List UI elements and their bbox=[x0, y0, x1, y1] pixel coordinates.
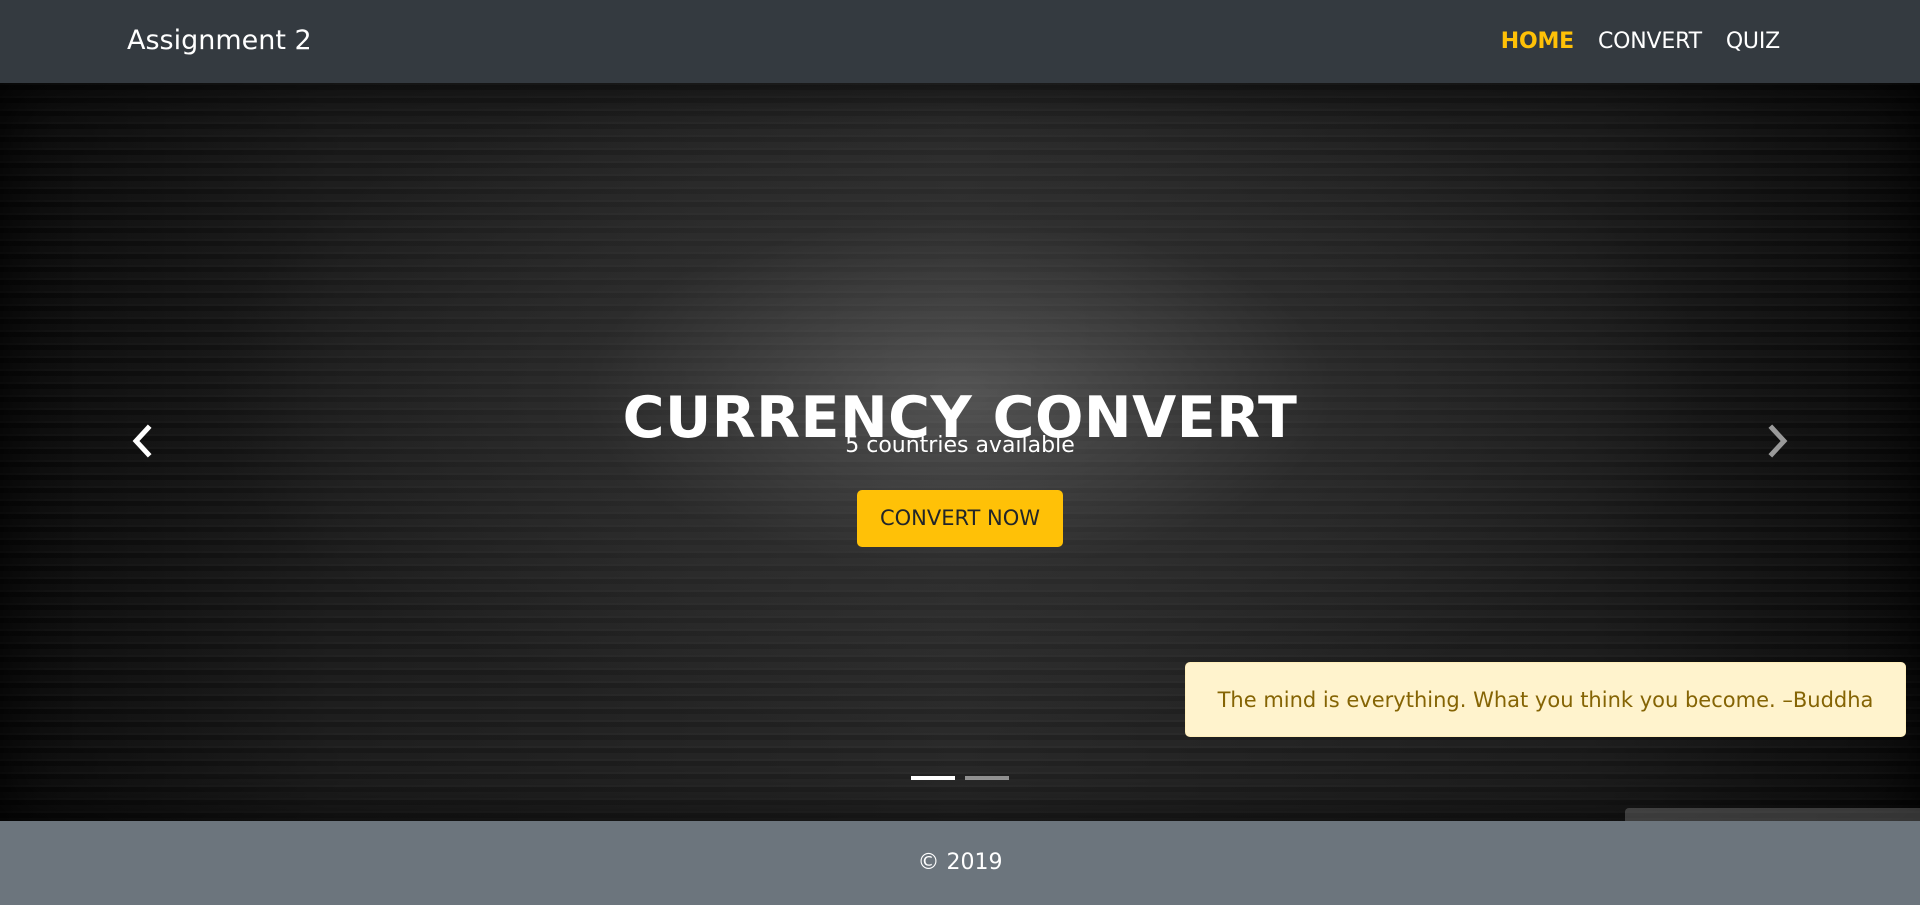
carousel-indicator-2[interactable] bbox=[965, 776, 1009, 780]
carousel-indicator-1[interactable] bbox=[911, 776, 955, 780]
chevron-left-icon bbox=[132, 424, 152, 458]
carousel-indicators bbox=[0, 776, 1920, 780]
navbar: Assignment 2 HOME CONVERT QUIZ bbox=[0, 0, 1920, 83]
nav-link-home[interactable]: HOME bbox=[1501, 24, 1574, 60]
hero-subtitle: 5 countries available bbox=[845, 433, 1075, 458]
convert-now-button[interactable]: CONVERT NOW bbox=[857, 490, 1063, 547]
quote-alert: The mind is everything. What you think y… bbox=[1185, 662, 1906, 737]
nav-link-quiz[interactable]: QUIZ bbox=[1726, 24, 1780, 60]
carousel-next-button[interactable] bbox=[1758, 423, 1794, 459]
navbar-brand[interactable]: Assignment 2 bbox=[127, 22, 312, 60]
nav-link-convert[interactable]: CONVERT bbox=[1598, 24, 1702, 60]
chevron-right-icon bbox=[1768, 424, 1788, 458]
carousel-prev-button[interactable] bbox=[126, 423, 162, 459]
footer: © 2019 bbox=[0, 821, 1920, 905]
nav-links: HOME CONVERT QUIZ bbox=[1477, 24, 1780, 60]
image-watermark bbox=[1625, 808, 1920, 821]
footer-copyright: © 2019 bbox=[917, 850, 1003, 875]
